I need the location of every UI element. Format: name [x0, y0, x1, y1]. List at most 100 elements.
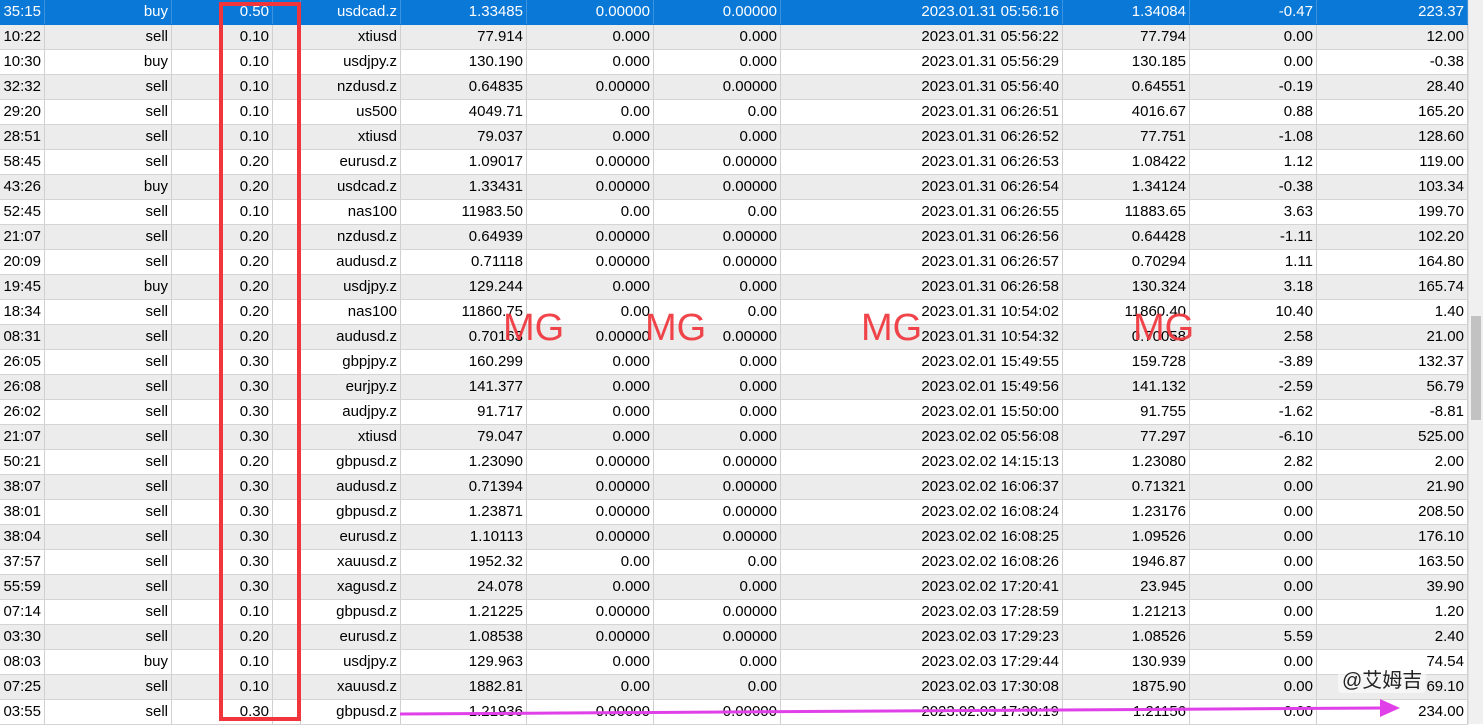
empty-cell: [273, 125, 301, 149]
cell-close-price: 141.132: [1063, 375, 1190, 399]
cell-open-price: 1.33485: [401, 0, 527, 24]
table-row[interactable]: 26:02 sell 0.30 audjpy.z 91.717 0.000 0.000 202…: [0, 400, 1468, 425]
cell-swap: 2.82: [1190, 450, 1317, 474]
table-row[interactable]: 52:45 sell 0.10 nas100 11983.50 0.00 0.00 2023.…: [0, 200, 1468, 225]
vertical-scrollbar[interactable]: [1468, 0, 1483, 724]
table-row[interactable]: 08:31 sell 0.20 audusd.z 0.70163 0.00000 0.000…: [0, 325, 1468, 350]
cell-sl: 0.00: [527, 200, 654, 224]
cell-open-price: 1.21936: [401, 700, 527, 724]
cell-time: 29:20: [0, 100, 45, 124]
table-row[interactable]: 21:07 sell 0.20 nzdusd.z 0.64939 0.00000 0.000…: [0, 225, 1468, 250]
table-row[interactable]: 35:15 buy 0.50 usdcad.z 1.33485 0.00000 0.0000…: [0, 0, 1468, 25]
table-row[interactable]: 26:05 sell 0.30 gbpjpy.z 160.299 0.000 0.000 20…: [0, 350, 1468, 375]
cell-symbol: xagusd.z: [301, 575, 401, 599]
table-row[interactable]: 32:32 sell 0.10 nzdusd.z 0.64835 0.00000 0.000…: [0, 75, 1468, 100]
cell-sl: 0.00000: [527, 250, 654, 274]
cell-swap: 0.00: [1190, 675, 1317, 699]
cell-close-time: 2023.01.31 06:26:55: [781, 200, 1063, 224]
cell-close-time: 2023.02.02 17:20:41: [781, 575, 1063, 599]
cell-open-price: 1.21225: [401, 600, 527, 624]
table-row[interactable]: 03:30 sell 0.20 eurusd.z 1.08538 0.00000 0.000…: [0, 625, 1468, 650]
table-row[interactable]: 37:57 sell 0.30 xauusd.z 1952.32 0.00 0.00 2023…: [0, 550, 1468, 575]
cell-symbol: eurusd.z: [301, 625, 401, 649]
table-row[interactable]: 38:07 sell 0.30 audusd.z 0.71394 0.00000 0.000…: [0, 475, 1468, 500]
cell-symbol: audjpy.z: [301, 400, 401, 424]
cell-symbol: eurjpy.z: [301, 375, 401, 399]
cell-open-price: 129.963: [401, 650, 527, 674]
table-row[interactable]: 19:45 buy 0.20 usdjpy.z 129.244 0.000 0.000 202…: [0, 275, 1468, 300]
cell-time: 07:14: [0, 600, 45, 624]
cell-tp: 0.00000: [654, 225, 781, 249]
cell-open-price: 1.23090: [401, 450, 527, 474]
table-row[interactable]: 58:45 sell 0.20 eurusd.z 1.09017 0.00000 0.000…: [0, 150, 1468, 175]
table-row[interactable]: 26:08 sell 0.30 eurjpy.z 141.377 0.000 0.000 20…: [0, 375, 1468, 400]
cell-open-price: 141.377: [401, 375, 527, 399]
cell-volume: 0.20: [172, 300, 273, 324]
cell-type: sell: [45, 700, 172, 724]
cell-profit: 12.00: [1317, 25, 1468, 49]
cell-tp: 0.000: [654, 575, 781, 599]
cell-type: buy: [45, 275, 172, 299]
cell-close-price: 11860.40: [1063, 300, 1190, 324]
table-row[interactable]: 18:34 sell 0.20 nas100 11860.75 0.00 0.00 2023.…: [0, 300, 1468, 325]
cell-type: sell: [45, 600, 172, 624]
table-row[interactable]: 50:21 sell 0.20 gbpusd.z 1.23090 0.00000 0.000…: [0, 450, 1468, 475]
table-row[interactable]: 55:59 sell 0.30 xagusd.z 24.078 0.000 0.000 202…: [0, 575, 1468, 600]
table-row[interactable]: 03:55 sell 0.30 gbpusd.z 1.21936 0.00000 0.000…: [0, 700, 1468, 725]
cell-symbol: usdjpy.z: [301, 275, 401, 299]
cell-close-price: 4016.67: [1063, 100, 1190, 124]
table-row[interactable]: 38:04 sell 0.30 eurusd.z 1.10113 0.00000 0.000…: [0, 525, 1468, 550]
cell-swap: 0.00: [1190, 25, 1317, 49]
cell-symbol: gbpjpy.z: [301, 350, 401, 374]
table-row[interactable]: 38:01 sell 0.30 gbpusd.z 1.23871 0.00000 0.000…: [0, 500, 1468, 525]
cell-time: 03:55: [0, 700, 45, 724]
cell-swap: -6.10: [1190, 425, 1317, 449]
cell-close-price: 1.23176: [1063, 500, 1190, 524]
table-row[interactable]: 28:51 sell 0.10 xtiusd 79.037 0.000 0.000 2023.…: [0, 125, 1468, 150]
cell-time: 55:59: [0, 575, 45, 599]
empty-cell: [273, 500, 301, 524]
cell-tp: 0.000: [654, 350, 781, 374]
cell-sl: 0.00000: [527, 325, 654, 349]
cell-sl: 0.00000: [527, 0, 654, 24]
table-row[interactable]: 07:25 sell 0.10 xauusd.z 1882.81 0.00 0.00 2023…: [0, 675, 1468, 700]
cell-time: 26:05: [0, 350, 45, 374]
cell-time: 03:30: [0, 625, 45, 649]
empty-cell: [273, 475, 301, 499]
table-row[interactable]: 10:30 buy 0.10 usdjpy.z 130.190 0.000 0.000 202…: [0, 50, 1468, 75]
cell-tp: 0.000: [654, 275, 781, 299]
cell-type: sell: [45, 675, 172, 699]
cell-tp: 0.00000: [654, 500, 781, 524]
cell-volume: 0.20: [172, 325, 273, 349]
table-row[interactable]: 20:09 sell 0.20 audusd.z 0.71118 0.00000 0.000…: [0, 250, 1468, 275]
table-row[interactable]: 43:26 buy 0.20 usdcad.z 1.33431 0.00000 0.0000…: [0, 175, 1468, 200]
empty-cell: [273, 225, 301, 249]
cell-swap: 0.00: [1190, 575, 1317, 599]
cell-close-time: 2023.01.31 06:26:57: [781, 250, 1063, 274]
cell-volume: 0.30: [172, 400, 273, 424]
cell-tp: 0.00: [654, 200, 781, 224]
table-row[interactable]: 21:07 sell 0.30 xtiusd 79.047 0.000 0.000 2023.…: [0, 425, 1468, 450]
cell-open-price: 77.914: [401, 25, 527, 49]
cell-time: 50:21: [0, 450, 45, 474]
cell-sl: 0.00000: [527, 450, 654, 474]
cell-time: 21:07: [0, 425, 45, 449]
cell-tp: 0.000: [654, 375, 781, 399]
cell-close-time: 2023.02.02 16:08:25: [781, 525, 1063, 549]
cell-volume: 0.30: [172, 550, 273, 574]
cell-profit: 39.90: [1317, 575, 1468, 599]
table-row[interactable]: 08:03 buy 0.10 usdjpy.z 129.963 0.000 0.000 202…: [0, 650, 1468, 675]
cell-type: sell: [45, 325, 172, 349]
cell-swap: 0.00: [1190, 50, 1317, 74]
cell-tp: 0.00: [654, 300, 781, 324]
cell-open-price: 1952.32: [401, 550, 527, 574]
table-row[interactable]: 07:14 sell 0.10 gbpusd.z 1.21225 0.00000 0.000…: [0, 600, 1468, 625]
table-row[interactable]: 29:20 sell 0.10 us500 4049.71 0.00 0.00 2023.01…: [0, 100, 1468, 125]
cell-type: sell: [45, 425, 172, 449]
scrollbar-thumb[interactable]: [1471, 316, 1481, 420]
cell-volume: 0.20: [172, 450, 273, 474]
table-row[interactable]: 10:22 sell 0.10 xtiusd 77.914 0.000 0.000 2023.…: [0, 25, 1468, 50]
cell-open-price: 11983.50: [401, 200, 527, 224]
cell-tp: 0.00000: [654, 525, 781, 549]
cell-close-time: 2023.01.31 10:54:02: [781, 300, 1063, 324]
